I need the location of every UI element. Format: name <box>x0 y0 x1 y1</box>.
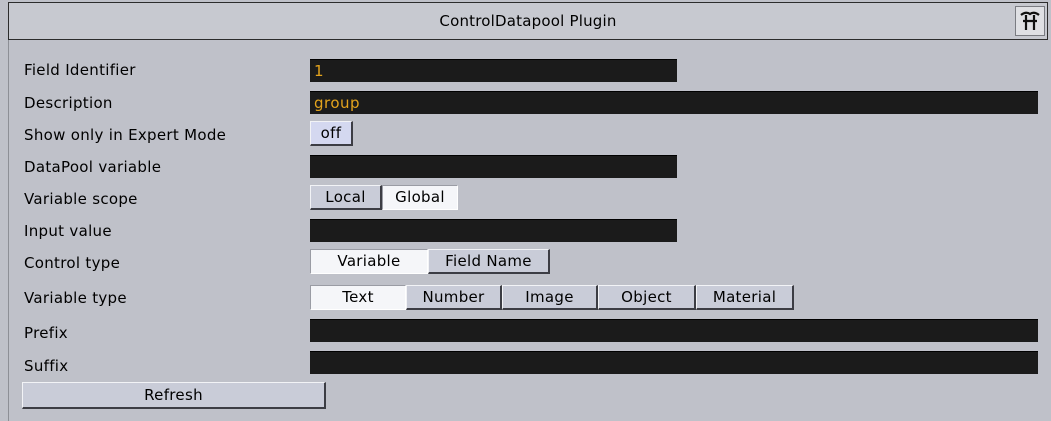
control-type-variable-button[interactable]: Variable <box>310 249 428 274</box>
variable-type-material-button[interactable]: Material <box>696 285 794 310</box>
refresh-button[interactable]: Refresh <box>22 382 326 409</box>
prefix-label: Prefix <box>24 324 68 342</box>
variable-type-label: Variable type <box>24 289 127 307</box>
plugin-logo-icon[interactable] <box>1015 6 1045 36</box>
suffix-label: Suffix <box>24 357 69 375</box>
datapool-variable-label: DataPool variable <box>24 158 162 176</box>
variable-scope-label: Variable scope <box>24 190 138 208</box>
description-input[interactable]: group <box>310 91 1038 114</box>
suffix-input[interactable] <box>310 351 1038 374</box>
variable-type-text-button[interactable]: Text <box>310 285 406 310</box>
scope-local-button[interactable]: Local <box>310 185 382 210</box>
variable-type-object-button[interactable]: Object <box>598 285 696 310</box>
input-value-input[interactable] <box>310 219 677 242</box>
field-identifier-label: Field Identifier <box>24 61 136 79</box>
field-identifier-input[interactable]: 1 <box>310 59 677 82</box>
input-value-label: Input value <box>24 222 112 240</box>
variable-type-image-button[interactable]: Image <box>502 285 598 310</box>
expert-mode-toggle[interactable]: off <box>310 121 353 146</box>
description-label: Description <box>24 94 113 112</box>
plugin-window: ControlDatapool Plugin Field Identifier … <box>0 0 1051 421</box>
window-title: ControlDatapool Plugin <box>439 12 617 30</box>
title-bar: ControlDatapool Plugin <box>8 2 1048 40</box>
variable-type-number-button[interactable]: Number <box>406 285 502 310</box>
expert-mode-label: Show only in Expert Mode <box>24 126 227 144</box>
prefix-input[interactable] <box>310 319 1038 342</box>
datapool-variable-input[interactable] <box>310 155 677 178</box>
control-type-label: Control type <box>24 254 121 272</box>
control-type-field-name-button[interactable]: Field Name <box>428 249 550 274</box>
scope-global-button[interactable]: Global <box>382 185 458 210</box>
